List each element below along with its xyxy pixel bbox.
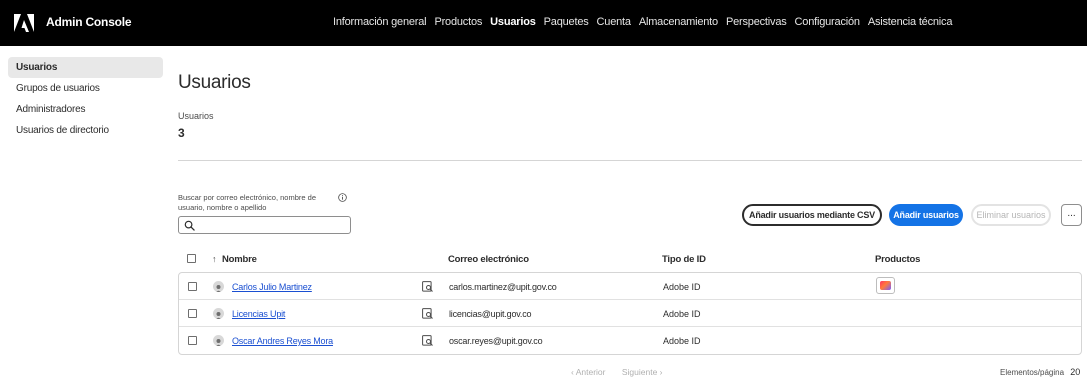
table-row[interactable]: Licencias Upit licencias@upit.gov.co Ado… (179, 300, 1081, 327)
nav-item-cuenta[interactable]: Cuenta (597, 16, 631, 28)
info-icon[interactable] (338, 193, 347, 202)
user-name-link[interactable]: Carlos Julio Martinez (232, 282, 312, 292)
search-icon (184, 220, 195, 231)
user-name-link[interactable]: Licencias Upit (232, 309, 285, 319)
items-per-page[interactable]: Elementos/página 20 ⌄ (1000, 367, 1087, 378)
table-row[interactable]: Carlos Julio Martinez carlos.martinez@up… (179, 273, 1081, 300)
detail-icon[interactable] (422, 308, 433, 319)
more-actions-button[interactable]: ... (1061, 204, 1082, 226)
row-checkbox[interactable] (188, 282, 197, 291)
user-id-type: Adobe ID (663, 309, 701, 319)
users-table: Carlos Julio Martinez carlos.martinez@up… (178, 272, 1082, 355)
nav-item-productos[interactable]: Productos (434, 16, 482, 28)
sort-ascending-icon[interactable]: ↑ (212, 254, 217, 264)
nav-item-asistencia-tecnica[interactable]: Asistencia técnica (868, 16, 953, 28)
column-header-name[interactable]: Nombre (222, 254, 257, 265)
table-row[interactable]: Oscar Andres Reyes Mora oscar.reyes@upit… (179, 327, 1081, 354)
page-title: Usuarios (178, 72, 251, 93)
nav-item-paquetes[interactable]: Paquetes (544, 16, 589, 28)
sidebar-item-grupos-de-usuarios[interactable]: Grupos de usuarios (8, 78, 163, 99)
sidebar-item-administradores[interactable]: Administradores (8, 99, 163, 120)
row-checkbox[interactable] (188, 309, 197, 318)
user-count-value: 3 (178, 126, 185, 140)
sidebar-item-usuarios[interactable]: Usuarios (8, 57, 163, 78)
remove-users-button[interactable]: Eliminar usuarios (971, 204, 1051, 226)
nav-item-usuarios[interactable]: Usuarios (490, 16, 536, 28)
nav-item-informacion-general[interactable]: Información general (333, 16, 427, 28)
adobe-logo-icon[interactable] (14, 14, 34, 32)
row-checkbox[interactable] (188, 336, 197, 345)
items-per-page-label: Elementos/página (1000, 368, 1065, 377)
nav-item-almacenamiento[interactable]: Almacenamiento (639, 16, 718, 28)
main-nav: Información general Productos Usuarios P… (333, 16, 952, 28)
add-users-button[interactable]: Añadir usuarios (889, 204, 963, 226)
detail-icon[interactable] (422, 335, 433, 346)
user-id-type: Adobe ID (663, 336, 701, 346)
user-id-type: Adobe ID (663, 282, 701, 292)
column-header-email: Correo electrónico (448, 254, 529, 265)
user-name-link[interactable]: Oscar Andres Reyes Mora (232, 336, 333, 346)
app-title[interactable]: Admin Console (46, 15, 132, 29)
previous-page-button[interactable]: ‹ Anterior (571, 367, 606, 377)
sidebar-item-usuarios-de-directorio[interactable]: Usuarios de directorio (8, 120, 163, 141)
user-email: licencias@upit.gov.co (449, 309, 532, 319)
pagination: ‹ Anterior Siguiente › (571, 367, 677, 377)
items-per-page-value[interactable]: 20 (1070, 367, 1080, 377)
user-avatar-icon (213, 308, 224, 319)
user-avatar-icon (213, 281, 224, 292)
search-input[interactable] (178, 216, 351, 234)
column-header-id-type: Tipo de ID (662, 254, 706, 265)
add-users-csv-button[interactable]: Añadir usuarios mediante CSV (742, 204, 882, 226)
divider (178, 160, 1082, 161)
search-label: Buscar por correo electrónico, nombre de… (178, 193, 316, 212)
user-count-label: Usuarios (178, 111, 214, 121)
detail-icon[interactable] (422, 281, 433, 292)
user-email: carlos.martinez@upit.gov.co (449, 282, 557, 292)
next-page-button[interactable]: Siguiente › (622, 367, 663, 377)
user-avatar-icon (213, 335, 224, 346)
sidebar: Usuarios Grupos de usuarios Administrado… (8, 57, 163, 141)
select-all-checkbox[interactable] (187, 254, 196, 263)
top-bar: Admin Console Información general Produc… (0, 0, 1087, 46)
nav-item-configuracion[interactable]: Configuración (795, 16, 860, 28)
column-header-products: Productos (875, 254, 921, 265)
nav-item-perspectivas[interactable]: Perspectivas (726, 16, 787, 28)
creative-cloud-icon[interactable] (876, 277, 895, 294)
user-email: oscar.reyes@upit.gov.co (449, 336, 543, 346)
